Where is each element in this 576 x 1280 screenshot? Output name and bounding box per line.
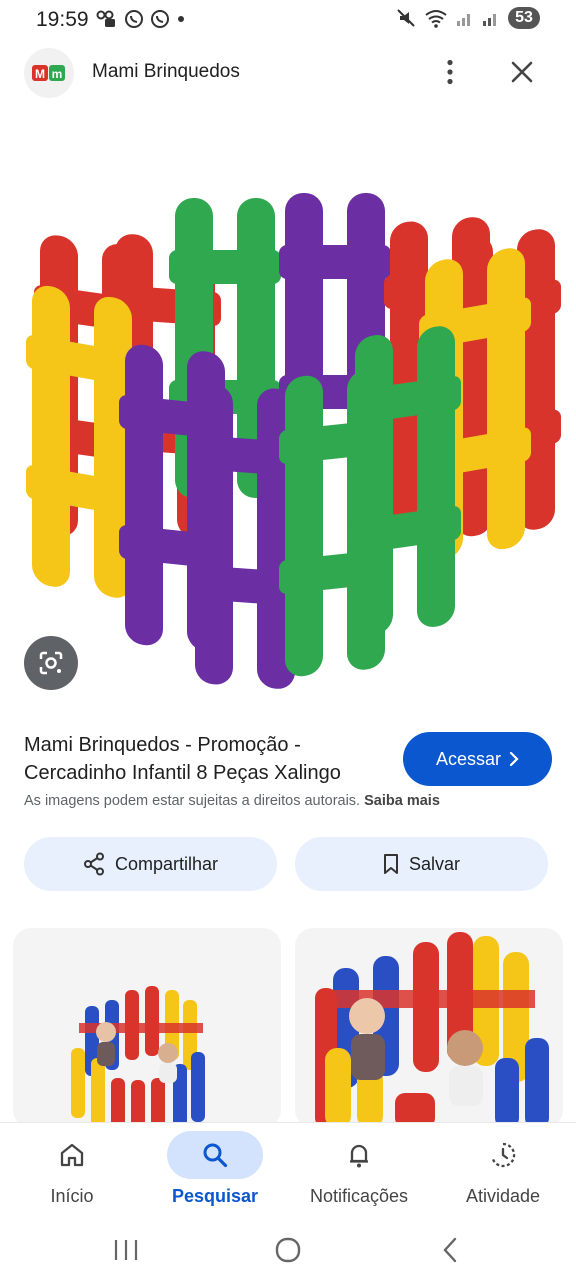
back-button[interactable]: [420, 1228, 480, 1272]
chevron-right-icon: [509, 751, 519, 767]
related-image-2[interactable]: [295, 928, 563, 1128]
svg-text:m: m: [52, 67, 63, 81]
status-time: 19:59: [36, 8, 89, 31]
more-vert-icon: [447, 59, 453, 85]
voicemail-icon: [96, 10, 115, 27]
site-logo-image: M m: [32, 65, 65, 81]
nav-item-atividade[interactable]: Atividade: [433, 1131, 573, 1219]
search-icon: [203, 1143, 228, 1168]
home-system-button[interactable]: [258, 1228, 318, 1272]
bottom-navigation: Início Pesquisar Notificações Atividade: [0, 1122, 576, 1222]
mute-icon: [397, 9, 415, 27]
share-label: Compartilhar: [114, 853, 219, 874]
system-navigation-bar: [0, 1222, 576, 1280]
save-button[interactable]: Salvar: [295, 837, 548, 891]
nav-label: Notificações: [309, 1186, 409, 1206]
save-label: Salvar: [408, 853, 461, 874]
activity-icon: [491, 1142, 516, 1168]
copyright-notice: As imagens podem estar sujeitas a direit…: [24, 793, 440, 809]
learn-more-link[interactable]: Saiba mais: [364, 793, 440, 809]
dot-icon: [178, 16, 184, 22]
nav-icon-container: [455, 1131, 551, 1179]
nav-icon-container: [167, 1131, 263, 1179]
signal-icon-1: [457, 14, 470, 26]
lens-search-button[interactable]: [24, 636, 78, 690]
nav-item-notificacoes[interactable]: Notificações: [289, 1131, 429, 1219]
close-button[interactable]: [504, 54, 540, 90]
related-playpen-image-2: [315, 932, 549, 1128]
svg-text:M: M: [35, 67, 45, 81]
status-bar: 19:59 53: [0, 0, 576, 40]
lens-icon: [39, 651, 63, 675]
share-button[interactable]: Compartilhar: [24, 837, 277, 891]
visit-button[interactable]: Acessar: [403, 732, 552, 786]
visit-button-label: Acessar: [435, 748, 502, 769]
nav-label: Atividade: [465, 1186, 541, 1206]
battery-indicator: 53: [508, 7, 540, 29]
recent-apps-icon: [114, 1240, 138, 1260]
nav-item-pesquisar[interactable]: Pesquisar: [145, 1131, 285, 1219]
signal-icon-2: [483, 14, 496, 26]
nav-item-inicio[interactable]: Início: [2, 1131, 142, 1219]
home-icon: [60, 1143, 84, 1167]
nav-label: Início: [50, 1186, 94, 1206]
wifi-icon: [425, 10, 447, 28]
more-options-button[interactable]: [432, 54, 468, 90]
nav-icon-container: [24, 1131, 120, 1179]
related-playpen-image-1: [71, 986, 213, 1128]
close-icon: [511, 61, 533, 83]
bookmark-icon: [383, 854, 398, 874]
whatsapp-icon: [125, 10, 143, 28]
home-circle-icon: [275, 1237, 301, 1263]
share-icon: [83, 852, 104, 876]
result-title[interactable]: Mami Brinquedos - Promoção - Cercadinho …: [24, 731, 389, 787]
header: M m Mami Brinquedos: [0, 40, 576, 110]
system-status-icons: 53: [396, 7, 540, 29]
site-logo: M m: [24, 48, 74, 98]
recent-apps-button[interactable]: [96, 1228, 156, 1272]
main-product-image[interactable]: [0, 120, 576, 710]
site-name: Mami Brinquedos: [92, 61, 240, 82]
playpen-image: [26, 193, 561, 691]
copyright-text: As imagens podem estar sujeitas a direit…: [24, 793, 361, 809]
whatsapp-business-icon: [151, 10, 169, 28]
back-icon: [443, 1237, 457, 1263]
nav-icon-container: [311, 1131, 407, 1179]
nav-label: Pesquisar: [171, 1186, 259, 1206]
related-image-1[interactable]: [13, 928, 281, 1128]
bell-icon: [350, 1144, 368, 1168]
notification-icons: [96, 9, 186, 29]
